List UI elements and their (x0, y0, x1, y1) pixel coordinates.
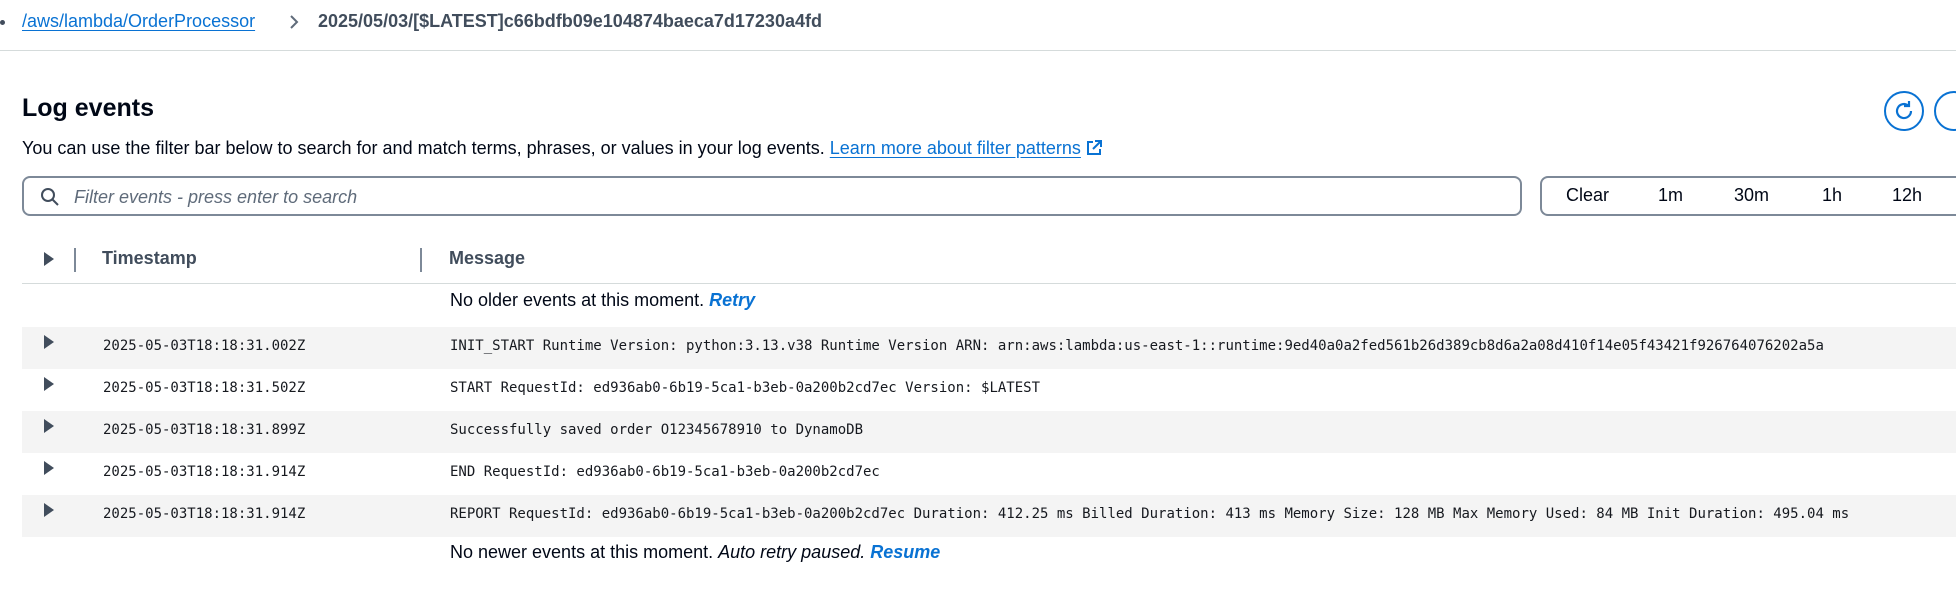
refresh-icon (1895, 101, 1913, 120)
log-timestamp: 2025-05-03T18:18:31.914Z (103, 506, 306, 522)
caret-right-icon[interactable] (42, 501, 56, 519)
refresh-button[interactable] (1884, 91, 1924, 131)
filter-events-input[interactable] (72, 182, 1496, 212)
description-text: You can use the filter bar below to sear… (22, 138, 825, 158)
log-message: INIT_START Runtime Version: python:3.13.… (450, 338, 1824, 354)
breadcrumb: /aws/lambda/OrderProcessor 2025/05/03/[$… (0, 0, 1956, 51)
log-event-row[interactable]: 2025-05-03T18:18:31.914Z REPORT RequestI… (22, 495, 1956, 537)
caret-right-icon[interactable] (42, 333, 56, 351)
breadcrumb-dot-icon (0, 20, 5, 25)
no-older-events-row: No older events at this moment. Retry (450, 290, 755, 311)
resume-link[interactable]: Resume (870, 542, 940, 562)
search-icon (41, 188, 59, 206)
log-message: REPORT RequestId: ed936ab0-6b19-5ca1-b3e… (450, 506, 1850, 522)
log-event-row[interactable]: 2025-05-03T18:18:31.502Z START RequestId… (22, 369, 1956, 411)
log-timestamp: 2025-05-03T18:18:31.899Z (103, 422, 306, 438)
log-event-row[interactable]: 2025-05-03T18:18:31.899Z Successfully sa… (22, 411, 1956, 453)
column-divider[interactable] (420, 248, 422, 272)
range-30m-option[interactable]: 30m (1734, 185, 1769, 206)
log-message: END RequestId: ed936ab0-6b19-5ca1-b3eb-0… (450, 464, 880, 480)
page-title: Log events (22, 94, 154, 122)
log-event-row[interactable]: 2025-05-03T18:18:31.002Z INIT_START Runt… (22, 327, 1956, 369)
column-header-message[interactable]: Message (449, 248, 525, 269)
page-description: You can use the filter bar below to sear… (22, 138, 1103, 159)
no-newer-events-row: No newer events at this moment. Auto ret… (450, 542, 940, 563)
breadcrumb-log-stream: 2025/05/03/[$LATEST]c66bdfb09e104874baec… (318, 11, 822, 31)
learn-more-link[interactable]: Learn more about filter patterns (830, 138, 1103, 158)
auto-retry-status: Auto retry paused. (718, 542, 866, 562)
expand-all-caret-right-icon[interactable] (42, 250, 56, 268)
log-events-page: /aws/lambda/OrderProcessor 2025/05/03/[$… (0, 0, 1956, 608)
chevron-right-icon (290, 15, 299, 29)
log-timestamp: 2025-05-03T18:18:31.502Z (103, 380, 306, 396)
column-header-timestamp[interactable]: Timestamp (102, 248, 197, 269)
settings-button[interactable] (1934, 91, 1956, 131)
learn-more-label: Learn more about filter patterns (829, 138, 1081, 158)
no-older-events-text: No older events at this moment. (450, 290, 705, 310)
range-12h-option[interactable]: 12h (1892, 185, 1922, 206)
caret-right-icon[interactable] (42, 375, 56, 393)
time-range-selector: Clear 1m 30m 1h 12h (1540, 176, 1956, 216)
clear-range-button[interactable]: Clear (1566, 185, 1609, 206)
caret-right-icon[interactable] (42, 459, 56, 477)
log-table-header: Timestamp Message (22, 239, 1956, 284)
no-newer-events-text: No newer events at this moment. (450, 542, 714, 562)
log-message: Successfully saved order O12345678910 to… (450, 422, 864, 438)
breadcrumb-log-group-link[interactable]: /aws/lambda/OrderProcessor (22, 11, 255, 32)
retry-link[interactable]: Retry (709, 290, 755, 310)
caret-right-icon[interactable] (42, 417, 56, 435)
log-message: START RequestId: ed936ab0-6b19-5ca1-b3eb… (450, 380, 1041, 396)
range-1m-option[interactable]: 1m (1658, 185, 1683, 206)
range-1h-option[interactable]: 1h (1822, 185, 1842, 206)
log-timestamp: 2025-05-03T18:18:31.914Z (103, 464, 306, 480)
column-divider[interactable] (74, 248, 76, 272)
filter-events-search (22, 176, 1522, 216)
log-timestamp: 2025-05-03T18:18:31.002Z (103, 338, 306, 354)
log-event-row[interactable]: 2025-05-03T18:18:31.914Z END RequestId: … (22, 453, 1956, 495)
external-link-icon (1086, 140, 1102, 155)
